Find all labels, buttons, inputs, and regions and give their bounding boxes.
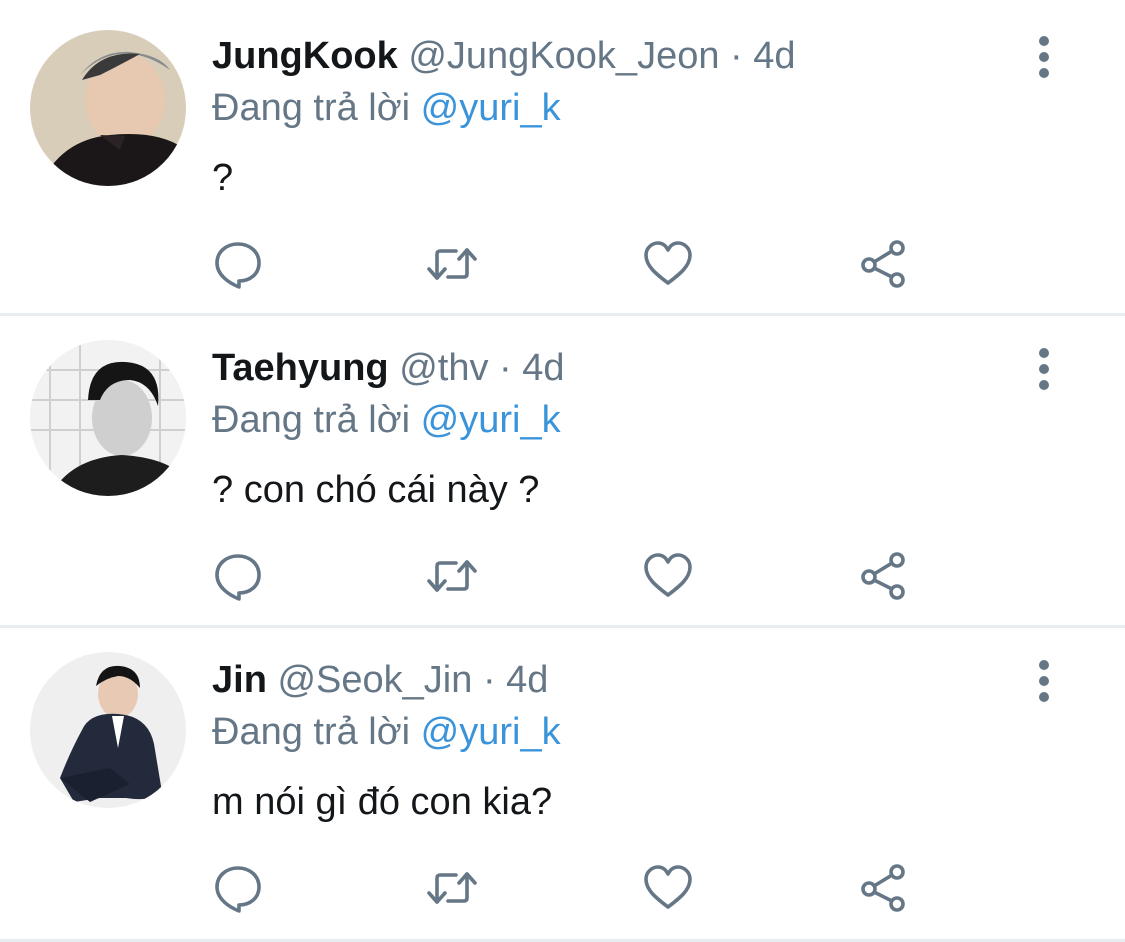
- retweet-button[interactable]: [426, 862, 478, 914]
- reply-button[interactable]: [212, 238, 264, 290]
- tweet-item[interactable]: Taehyung @thv · 4d Đang trả lời @yuri_k …: [0, 316, 1125, 628]
- reply-icon: [215, 866, 261, 913]
- reply-feed: JungKook @JungKook_Jeon · 4d Đang trả lờ…: [0, 0, 1125, 942]
- timestamp[interactable]: 4d: [753, 35, 795, 77]
- like-button[interactable]: [642, 238, 694, 290]
- more-button[interactable]: [1026, 348, 1062, 392]
- tweet-text: ?: [212, 157, 234, 199]
- avatar[interactable]: [30, 30, 186, 186]
- reply-mention-link[interactable]: @yuri_k: [421, 399, 561, 441]
- share-button[interactable]: [858, 862, 910, 914]
- reply-icon: [215, 242, 261, 289]
- share-button[interactable]: [858, 238, 910, 290]
- tweet-text: m nói gì đó con kia?: [212, 781, 553, 823]
- like-button[interactable]: [642, 862, 694, 914]
- retweet-icon: [427, 248, 477, 280]
- user-handle[interactable]: @Seok_Jin: [277, 659, 472, 701]
- tweet-header: Taehyung @thv · 4d: [212, 346, 565, 390]
- reply-button[interactable]: [212, 862, 264, 914]
- user-handle[interactable]: @JungKook_Jeon: [408, 35, 719, 77]
- replying-to: Đang trả lời @yuri_k: [212, 398, 561, 442]
- reply-prefix: Đang trả lời: [212, 399, 411, 441]
- retweet-icon: [427, 872, 477, 904]
- heart-icon: [644, 865, 692, 909]
- more-vertical-icon: [1039, 660, 1049, 702]
- retweet-button[interactable]: [426, 238, 478, 290]
- tweet-text: ? con chó cái này ?: [212, 469, 540, 511]
- separator: ·: [499, 347, 512, 389]
- share-icon: [861, 552, 905, 600]
- display-name[interactable]: JungKook: [212, 35, 398, 77]
- retweet-icon: [427, 560, 477, 592]
- timestamp[interactable]: 4d: [522, 347, 564, 389]
- more-vertical-icon: [1039, 36, 1049, 78]
- heart-icon: [644, 553, 692, 597]
- separator: ·: [730, 35, 743, 77]
- display-name[interactable]: Jin: [212, 659, 267, 701]
- heart-icon: [644, 241, 692, 285]
- separator: ·: [482, 659, 496, 701]
- share-icon: [861, 864, 905, 912]
- tweet-item[interactable]: Jin @Seok_Jin · 4d Đang trả lời @yuri_k …: [0, 628, 1125, 942]
- tweet-header: JungKook @JungKook_Jeon · 4d: [212, 34, 796, 78]
- avatar[interactable]: [30, 340, 186, 496]
- tweet-header: Jin @Seok_Jin · 4d: [212, 658, 548, 702]
- reply-mention-link[interactable]: @yuri_k: [421, 711, 561, 753]
- reply-button[interactable]: [212, 550, 264, 602]
- tweet-item[interactable]: JungKook @JungKook_Jeon · 4d Đang trả lờ…: [0, 0, 1125, 316]
- timestamp[interactable]: 4d: [506, 659, 548, 701]
- reply-icon: [215, 554, 261, 601]
- retweet-button[interactable]: [426, 550, 478, 602]
- share-icon: [861, 240, 905, 288]
- like-button[interactable]: [642, 550, 694, 602]
- reply-mention-link[interactable]: @yuri_k: [421, 87, 561, 129]
- display-name[interactable]: Taehyung: [212, 347, 389, 389]
- reply-prefix: Đang trả lời: [212, 87, 411, 129]
- user-handle[interactable]: @thv: [399, 347, 488, 389]
- more-vertical-icon: [1039, 348, 1049, 390]
- more-button[interactable]: [1026, 660, 1062, 704]
- reply-prefix: Đang trả lời: [212, 711, 411, 753]
- replying-to: Đang trả lời @yuri_k: [212, 86, 561, 130]
- replying-to: Đang trả lời @yuri_k: [212, 710, 561, 754]
- more-button[interactable]: [1026, 36, 1062, 80]
- share-button[interactable]: [858, 550, 910, 602]
- avatar[interactable]: [30, 652, 186, 808]
